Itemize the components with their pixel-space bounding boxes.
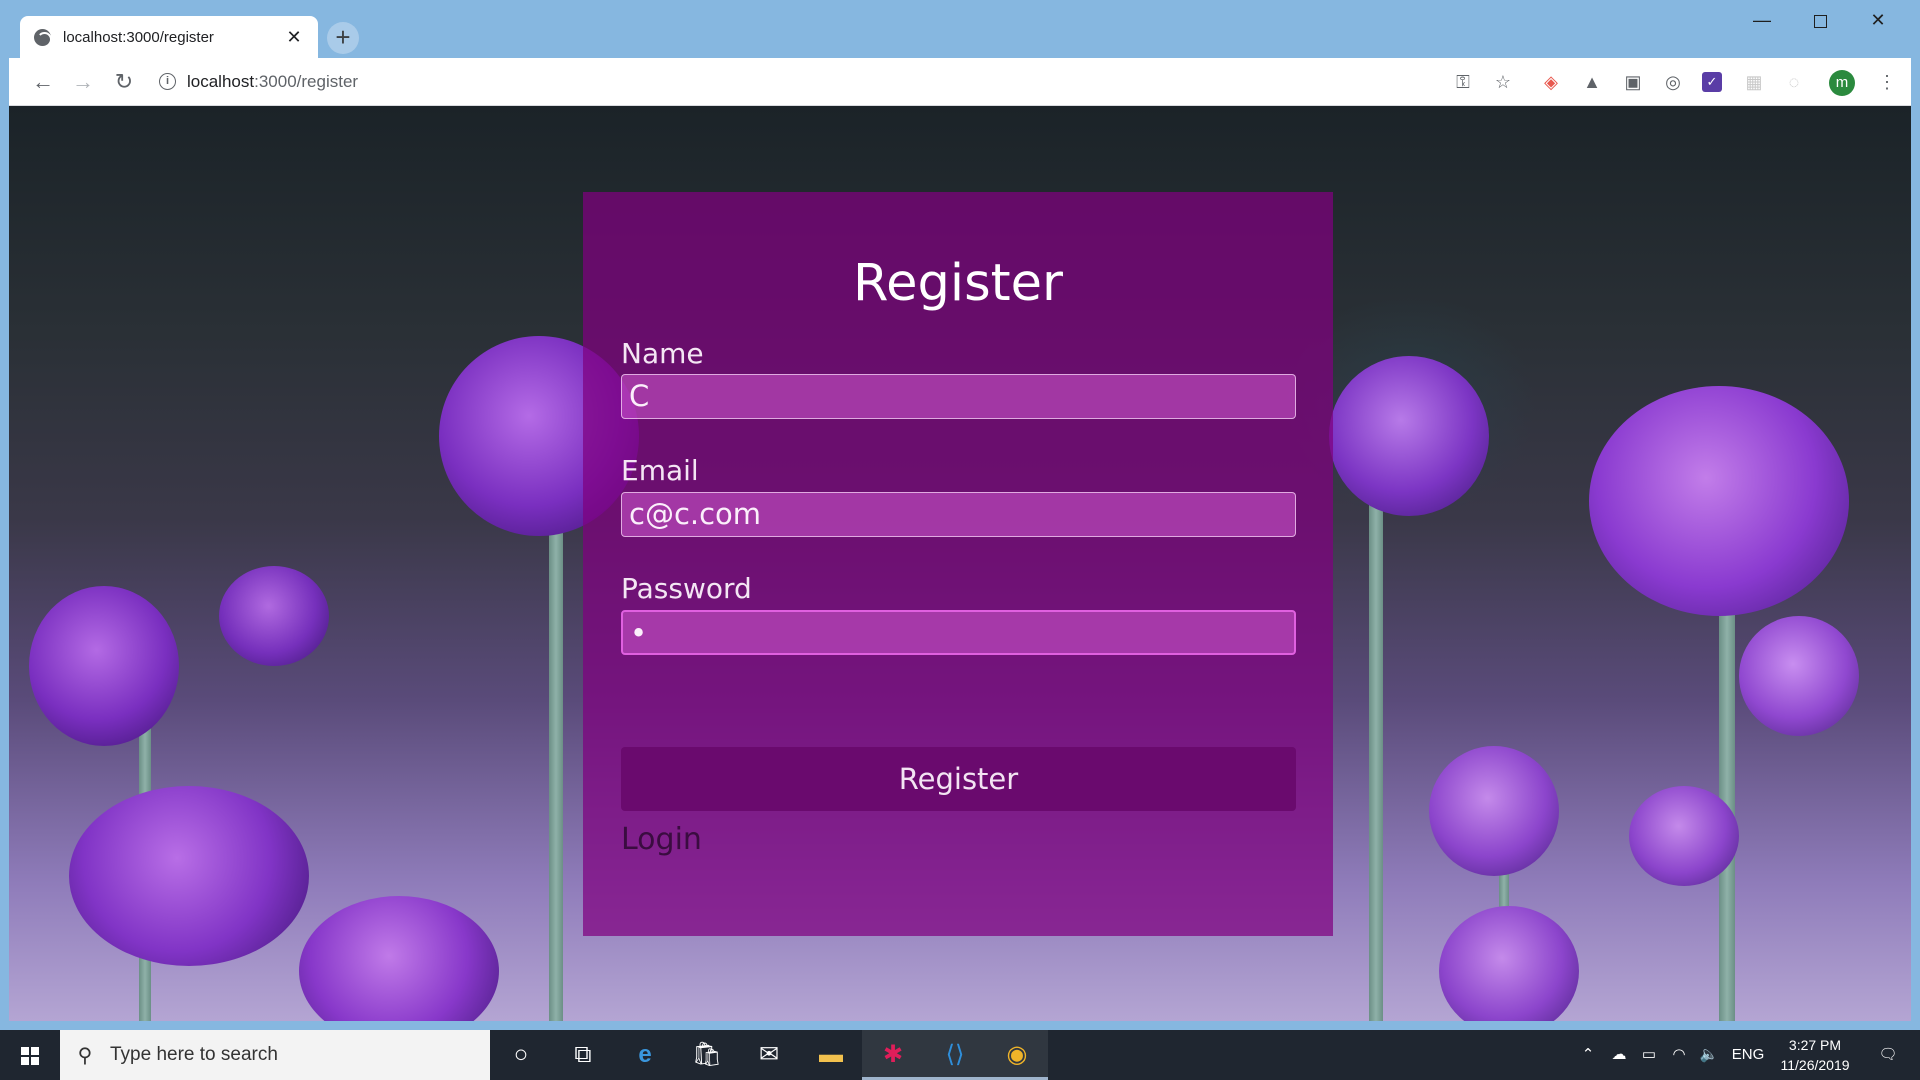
star-icon[interactable]: ☆	[1491, 70, 1515, 94]
minimize-button[interactable]: —	[1734, 0, 1790, 40]
allium-flower	[69, 786, 309, 966]
battery-icon[interactable]: ▭	[1636, 1030, 1662, 1080]
allium-flower	[299, 896, 499, 1021]
clock-time: 3:27 PM	[1788, 1037, 1842, 1053]
extension-pocket-icon[interactable]: ✓	[1702, 72, 1722, 92]
wifi-icon[interactable]: ◠	[1666, 1030, 1692, 1080]
address-bar[interactable]: localhost:3000/register	[187, 72, 358, 92]
reload-icon[interactable]: ↻	[108, 66, 140, 98]
store-icon[interactable]: 🛍	[676, 1030, 738, 1080]
extension-gray2-icon[interactable]: ◌	[1782, 70, 1806, 94]
name-label: Name	[621, 337, 704, 370]
flower-stem	[549, 526, 563, 1021]
cortana-icon[interactable]: ○	[490, 1030, 552, 1080]
page-viewport: Register Name C Email c@c.com Password •…	[9, 106, 1911, 1021]
close-window-button[interactable]: ✕	[1850, 0, 1906, 40]
search-icon: ⚲	[77, 1044, 93, 1067]
language-indicator[interactable]: ENG	[1728, 1030, 1768, 1080]
new-tab-button[interactable]: +	[327, 22, 359, 54]
vscode-icon[interactable]: ⟨⟩	[924, 1030, 986, 1080]
allium-flower	[29, 586, 179, 746]
url-host: localhost	[187, 72, 255, 91]
email-field[interactable]: c@c.com	[621, 492, 1296, 537]
password-label: Password	[621, 572, 752, 605]
forward-arrow-icon[interactable]: →	[67, 66, 99, 98]
clock[interactable]: 3:27 PM 11/26/2019	[1770, 1035, 1860, 1075]
email-label: Email	[621, 454, 699, 487]
maximize-button[interactable]	[1792, 0, 1848, 40]
login-link[interactable]: Login	[621, 822, 702, 857]
allium-flower	[1629, 786, 1739, 886]
extension-cast-icon[interactable]: ◈	[1539, 70, 1563, 94]
browser-window: localhost:3000/register ✕ + — ✕ ← → ↻ i …	[0, 0, 1920, 1030]
mail-icon[interactable]: ✉	[738, 1030, 800, 1080]
flower-stem	[1369, 486, 1383, 1021]
register-card: Register Name C Email c@c.com Password •…	[583, 192, 1333, 936]
flower-stem	[1719, 566, 1735, 1021]
key-icon[interactable]: ⚿	[1451, 70, 1475, 94]
extension-circle-icon[interactable]: ◎	[1661, 70, 1685, 94]
extension-screenshot-icon[interactable]: ▣	[1621, 70, 1645, 94]
volume-icon[interactable]: 🔈	[1696, 1030, 1722, 1080]
show-hidden-icons[interactable]: ⌃	[1576, 1030, 1600, 1080]
globe-icon	[34, 28, 52, 47]
allium-flower	[1329, 356, 1489, 516]
back-arrow-icon[interactable]: ←	[27, 66, 59, 98]
register-button[interactable]: Register	[621, 747, 1296, 811]
search-placeholder: Type here to search	[110, 1044, 278, 1065]
clock-date: 11/26/2019	[1780, 1057, 1850, 1073]
allium-flower	[219, 566, 329, 666]
chrome-icon[interactable]: ◉	[986, 1030, 1048, 1080]
info-icon[interactable]: i	[159, 73, 176, 90]
active-tab[interactable]: localhost:3000/register ✕	[20, 16, 318, 58]
url-path: :3000/register	[254, 72, 359, 91]
allium-flower	[1439, 906, 1579, 1021]
extension-drive-icon[interactable]: ▲	[1580, 70, 1604, 94]
notifications-icon[interactable]: 🗨	[1868, 1030, 1908, 1080]
start-button[interactable]	[0, 1030, 60, 1080]
onedrive-icon[interactable]: ☁	[1606, 1030, 1632, 1080]
windows-start-icon	[21, 1047, 39, 1065]
taskbar-search-box[interactable]: ⚲ Type here to search	[60, 1030, 490, 1080]
tab-close-icon[interactable]: ✕	[284, 27, 304, 48]
file-explorer-icon[interactable]: ▬	[800, 1030, 862, 1080]
tab-title: localhost:3000/register	[63, 28, 214, 46]
task-view-icon[interactable]: ⧉	[552, 1030, 614, 1080]
extension-gray-icon[interactable]: ▦	[1742, 70, 1766, 94]
menu-dots-icon[interactable]: ⋮	[1875, 70, 1899, 94]
allium-flower	[1589, 386, 1849, 616]
tab-strip: localhost:3000/register ✕ + — ✕	[0, 0, 1920, 58]
slack-icon[interactable]: ✱	[862, 1030, 924, 1080]
page-title: Register	[853, 254, 1063, 313]
password-field[interactable]: •	[621, 610, 1296, 655]
taskbar: ⚲ Type here to search ○ ⧉ e 🛍 ✉ ▬ ✱ ⟨⟩ ◉…	[0, 1030, 1920, 1080]
profile-avatar[interactable]: m	[1829, 70, 1855, 96]
name-field[interactable]: C	[621, 374, 1296, 419]
allium-flower	[1429, 746, 1559, 876]
edge-icon[interactable]: e	[614, 1030, 676, 1080]
allium-flower	[1739, 616, 1859, 736]
browser-toolbar: ← → ↻ i localhost:3000/register ⚿ ☆ ◈ ▲ …	[9, 58, 1911, 106]
